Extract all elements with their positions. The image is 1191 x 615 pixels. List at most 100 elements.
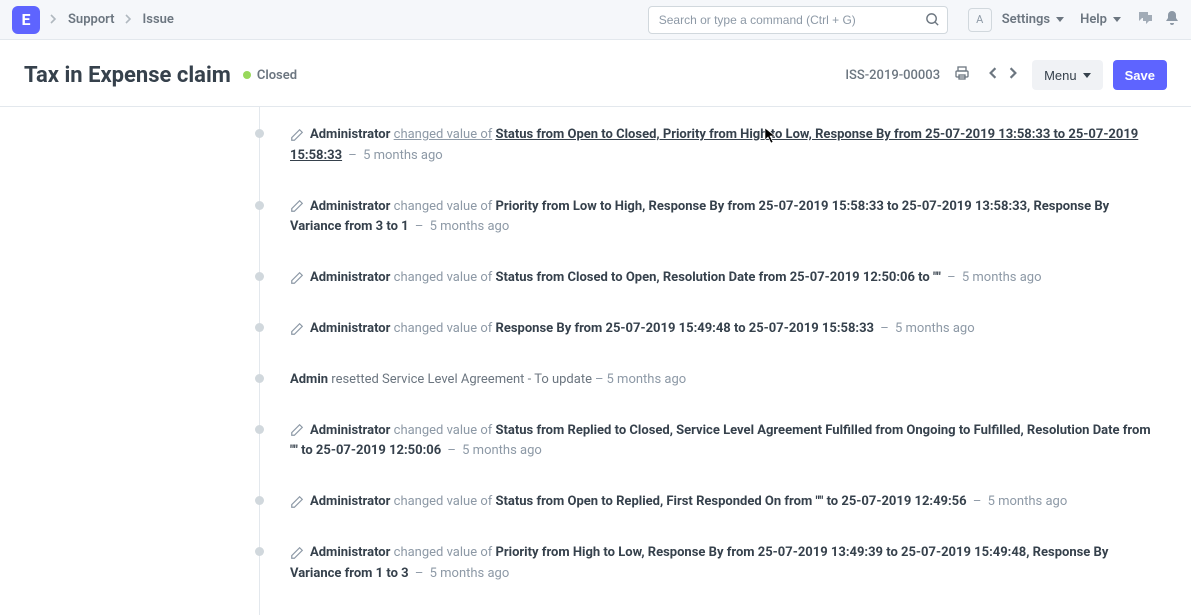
timeline-ago: 5 months ago [363,148,443,163]
separator: – [944,270,959,285]
user-avatar[interactable]: A [968,8,992,32]
timeline-bullet-icon [255,374,264,383]
print-icon[interactable] [950,61,974,89]
chevron-right-icon [125,13,133,27]
separator: – [877,321,892,336]
page-title: Tax in Expense claim [24,63,231,88]
timeline-author: Administrator [310,127,390,142]
timeline-author: Administrator [310,321,390,336]
document-id: ISS-2019-00003 [845,68,940,83]
separator: – [412,566,427,581]
timeline-entry-body: Admin resetted Service Level Agreement -… [290,370,1161,391]
timeline-ago: 5 months ago [895,321,975,336]
timeline-ago: 5 months ago [962,270,1042,285]
pencil-icon [290,128,304,142]
timeline-author: Administrator [310,199,390,214]
form-sidebar [0,107,260,615]
breadcrumb: Support Issue [50,12,174,27]
breadcrumb-support[interactable]: Support [68,12,115,27]
timeline-author: Admin [290,372,328,387]
timeline-entry: Administrator changed value of Response … [260,319,1161,370]
timeline-entry: Administrator changed value of Status fr… [260,268,1161,319]
timeline-description: Status from Closed to Open, Resolution D… [496,270,941,285]
status-dot-icon [243,71,251,79]
timeline-entry-body: Administrator changed value of Priority … [290,543,1161,585]
timeline-action[interactable]: changed value of [394,127,493,142]
timeline-entry-body: Administrator changed value of Status fr… [290,492,1161,513]
search-wrap [648,6,948,34]
status-text: Closed [257,68,297,83]
timeline-entry: Admin resetted Service Level Agreement -… [260,370,1161,421]
timeline-entry-body: Administrator changed value of Status fr… [290,421,1161,463]
timeline-action: changed value of [394,494,493,509]
timeline-bullet-icon [255,323,264,332]
timeline-action: changed value of [394,321,493,336]
timeline-container: Administrator changed value of Status fr… [0,107,1191,615]
timeline-ago: 5 months ago [430,219,510,234]
timeline-bullet-icon [255,425,264,434]
brand-logo[interactable]: E [12,6,40,34]
timeline-action: changed value of [394,270,493,285]
separator: – [412,219,427,234]
bell-icon[interactable] [1165,10,1179,30]
timeline-entry: Administrator changed value of Status fr… [260,492,1161,543]
timeline-action: changed value of [394,545,493,560]
timeline-description: Status from Open to Replied, First Respo… [496,494,967,509]
settings-menu[interactable]: Settings [1002,12,1064,27]
timeline-bullet-icon [255,129,264,138]
timeline-bullet-icon [255,496,264,505]
nav-arrows [984,63,1022,87]
next-doc-icon[interactable] [1004,63,1022,87]
timeline-action: changed value of [394,423,493,438]
breadcrumb-issue[interactable]: Issue [143,12,174,27]
prev-doc-icon[interactable] [984,63,1002,87]
menu-button[interactable]: Menu [1032,60,1103,90]
timeline-entry: Administrator changed value of Status fr… [260,125,1161,197]
timeline-action: resetted Service Level Agreement - To up… [331,372,592,387]
timeline-list: Administrator changed value of Status fr… [260,107,1191,615]
timeline-bullet-icon [255,547,264,556]
menu-label: Menu [1044,68,1077,83]
search-icon[interactable] [925,12,940,31]
separator: – [444,443,459,458]
timeline-bullet-icon [255,272,264,281]
pencil-icon [290,199,304,213]
pencil-icon [290,495,304,509]
timeline-action: changed value of [394,199,493,214]
topbar: E Support Issue A Settings Help [0,0,1191,40]
timeline-description: Response By from 25-07-2019 15:49:48 to … [496,321,874,336]
timeline-bullet-icon [255,201,264,210]
timeline-entry: Administrator changed value of Priority … [260,197,1161,269]
chevron-right-icon [50,13,58,27]
separator: – [595,372,604,387]
timeline-author: Administrator [310,423,390,438]
pencil-icon [290,271,304,285]
chevron-down-icon [1056,17,1064,22]
timeline-ago: 5 months ago [988,494,1068,509]
timeline-entry: Administrator changed value of Priority … [260,543,1161,615]
timeline-author: Administrator [310,270,390,285]
timeline-entry-body: Administrator changed value of Priority … [290,197,1161,239]
separator: – [970,494,985,509]
timeline-ago: 5 months ago [430,566,510,581]
help-menu[interactable]: Help [1080,12,1121,27]
pencil-icon [290,546,304,560]
timeline-author: Administrator [310,545,390,560]
timeline-ago: 5 months ago [607,372,687,387]
separator: – [345,148,360,163]
timeline-author: Administrator [310,494,390,509]
timeline-entry-body: Administrator changed value of Status fr… [290,125,1161,167]
page-header: Tax in Expense claim Closed ISS-2019-000… [0,40,1191,107]
search-input[interactable] [648,6,948,34]
timeline-ago: 5 months ago [462,443,542,458]
chat-icon[interactable] [1137,10,1153,30]
save-button[interactable]: Save [1113,60,1167,90]
pencil-icon [290,423,304,437]
timeline-entry-body: Administrator changed value of Status fr… [290,268,1161,289]
settings-label: Settings [1002,12,1050,27]
pencil-icon [290,322,304,336]
chevron-down-icon [1113,17,1121,22]
timeline-entry-body: Administrator changed value of Response … [290,319,1161,340]
chevron-down-icon [1083,73,1091,78]
help-label: Help [1080,12,1107,27]
